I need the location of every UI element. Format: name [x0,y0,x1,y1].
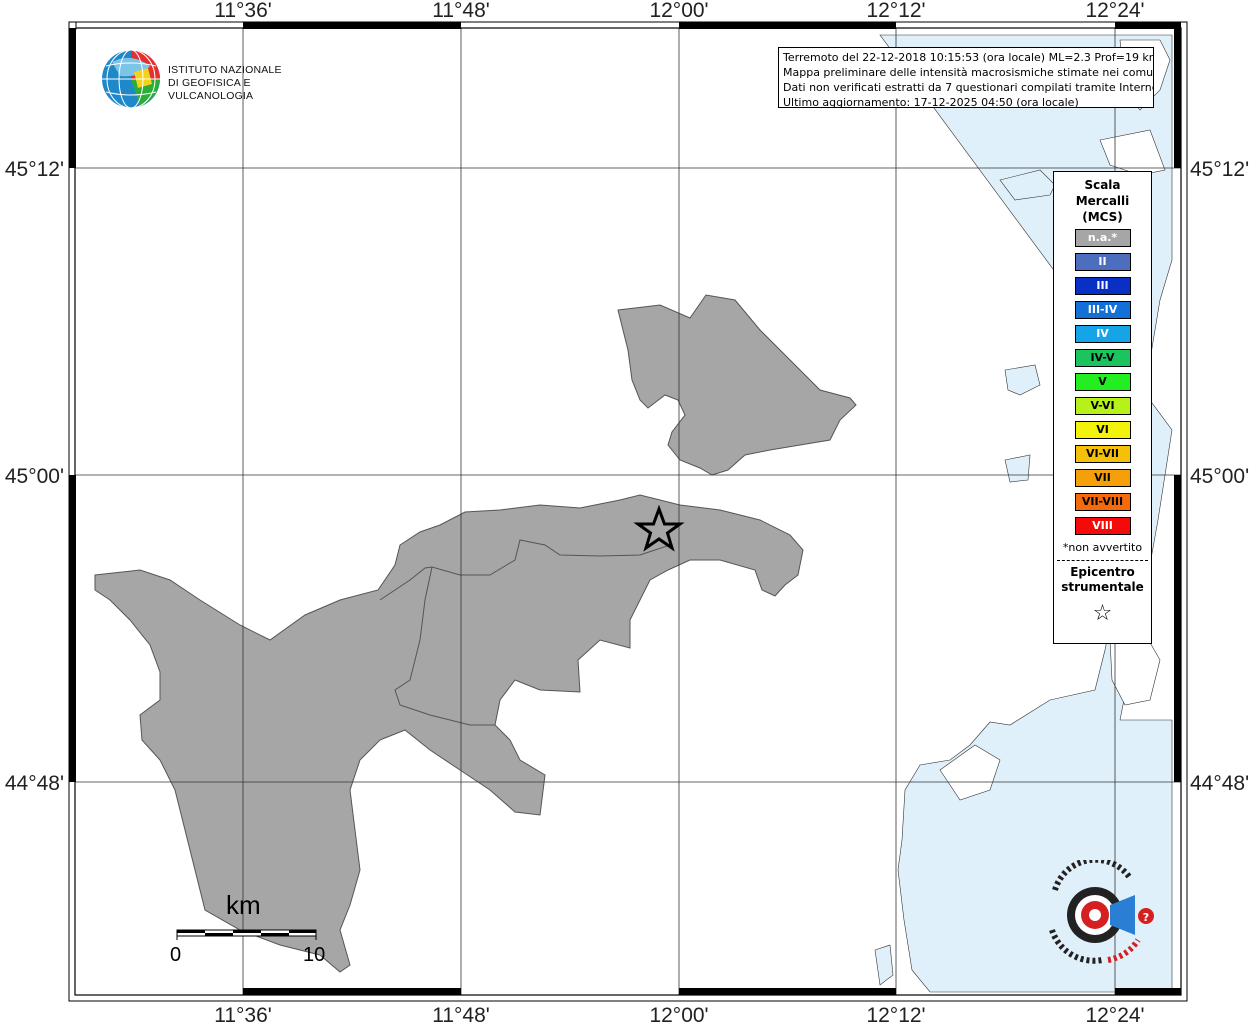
lat-tick-label: 45°12' [1190,158,1249,181]
longitude-labels-top: 11°36' 11°48' 12°00' 12°12' 12°24' [214,0,1144,22]
lat-tick-label: 45°00' [1190,465,1249,488]
legend-class-swatch: III [1074,277,1131,295]
lat-tick-label: 44°48' [1190,772,1249,795]
lon-tick-label: 12°24' [1085,1004,1144,1024]
ingv-name-line2: DI GEOFISICA E VULCANOLOGIA [168,77,254,102]
lon-tick-label: 11°36' [214,0,272,22]
scale-bar-unit: km [226,890,261,920]
latitude-labels-left: 45°12' 45°00' 44°48' [5,158,64,795]
epicenter-legend-title: Epicentro strumentale [1054,565,1151,595]
legend-divider [1057,560,1148,561]
lon-tick-label: 12°12' [866,0,925,22]
legend-note: *non avvertito [1062,541,1143,554]
scale-bar-end: 10 [303,944,326,966]
legend-class-swatch: VI-VII [1074,445,1131,463]
legend-class-swatch: VIII [1074,517,1131,535]
legend-class-swatch: VII-VIII [1074,493,1131,511]
lon-tick-label: 12°24' [1085,0,1144,22]
legend-class-swatch: III-IV [1074,301,1131,319]
epicenter-legend-line: strumentale [1061,580,1144,594]
lon-tick-label: 11°48' [432,1004,490,1024]
legend-class-swatch: n.a.* [1074,229,1131,247]
epicenter-legend-line: Epicentro [1070,565,1135,579]
event-info-box: Terremoto del 22-12-2018 10:15:53 (ora l… [778,47,1154,108]
haisentitoilterremoto-logo: ? [1049,860,1154,964]
legend-class-swatch: V-VI [1074,397,1131,415]
legend-title-line: Mercalli [1075,194,1130,208]
lat-tick-label: 45°00' [5,465,64,488]
intensity-scale-list: n.a.* II III III-IV IV IV-V V V-VI VI VI-VII VII VI… [1054,229,1151,535]
event-info-line: Terremoto del 22-12-2018 10:15:53 (ora l… [783,51,1154,64]
lon-tick-label: 12°00' [649,1004,708,1024]
latitude-labels-right: 45°12' 45°00' 44°48' [1190,158,1249,795]
lat-tick-label: 44°48' [5,772,64,795]
intensity-legend: Scala Mercalli (MCS) n.a.* II III III-IV IV I… [1053,171,1152,644]
legend-class-swatch: V [1074,373,1131,391]
legend-class-swatch: VI [1074,421,1131,439]
legend-title: Scala Mercalli (MCS) [1054,177,1151,225]
ingv-name: ISTITUTO NAZIONALE DI GEOFISICA E VULCAN… [168,64,315,103]
ingv-name-line1: ISTITUTO NAZIONALE [168,64,282,76]
lat-tick-label: 45°12' [5,158,64,181]
scale-bar-start: 0 [170,944,182,966]
epicenter-legend-star-icon: ☆ [1092,601,1113,626]
legend-class-swatch: II [1074,253,1131,271]
svg-text:?: ? [1143,911,1149,924]
event-info-line: Dati non verificati estratti da 7 questi… [783,81,1154,94]
legend-title-line: Scala [1084,178,1121,192]
longitude-labels-bottom: 11°36' 11°48' 12°00' 12°12' 12°24' [214,1004,1144,1024]
event-info-line: Mappa preliminare delle intensità macros… [783,66,1154,79]
lon-tick-label: 12°12' [866,1004,925,1024]
lon-tick-label: 12°00' [649,0,708,22]
lon-tick-label: 11°36' [214,1004,272,1024]
legend-title-line: (MCS) [1082,210,1123,224]
legend-class-swatch: IV-V [1074,349,1131,367]
legend-class-swatch: IV [1074,325,1131,343]
legend-class-swatch: VII [1074,469,1131,487]
event-info-line: Ultimo aggiornamento: 17-12-2025 04:50 (… [783,96,1079,108]
ingv-logo: ISTITUTO NAZIONALE DI GEOFISICA E VULCAN… [100,48,315,110]
lon-tick-label: 11°48' [432,0,490,22]
ingv-globe-icon [102,49,160,109]
